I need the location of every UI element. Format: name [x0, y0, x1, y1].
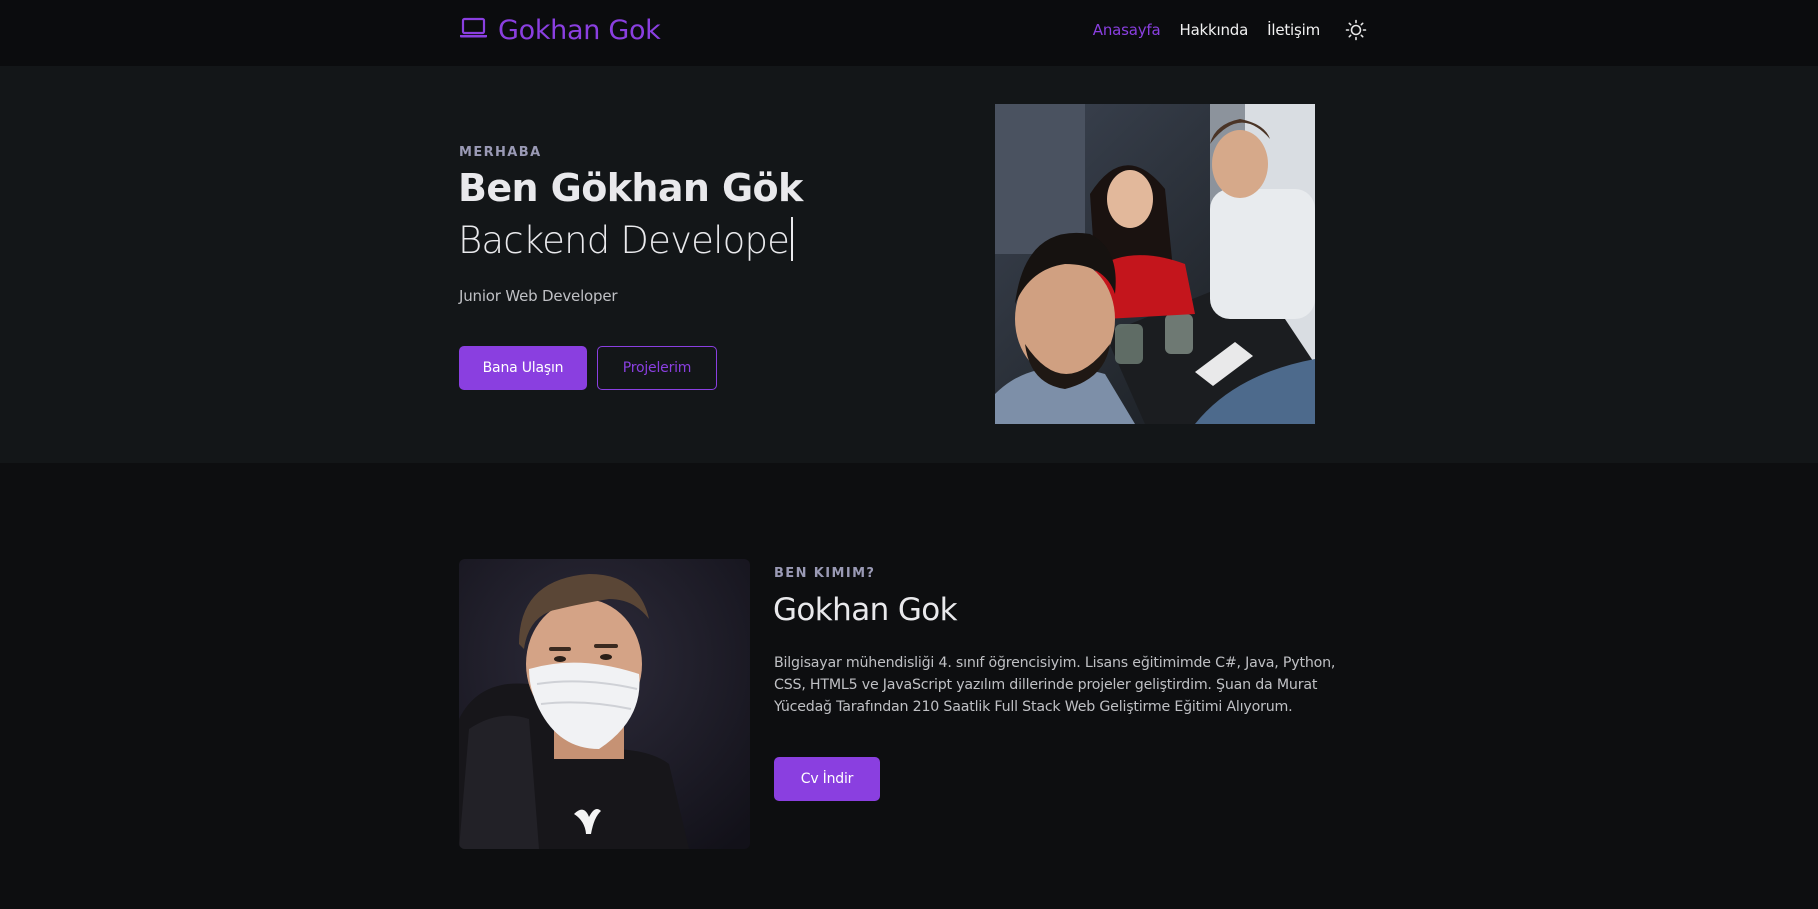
typing-caret [791, 217, 794, 261]
hero-photo [995, 104, 1315, 424]
nav-link-iletisim[interactable]: İletişim [1267, 21, 1320, 39]
about-eyebrow: BEN KIMIM? [774, 566, 876, 581]
sun-icon[interactable] [1344, 18, 1368, 42]
hero-subtitle: Junior Web Developer [459, 287, 618, 305]
projects-button[interactable]: Projelerim [597, 346, 717, 390]
navbar: Gokhan Gok Anasayfa Hakkında İletişim [0, 0, 1818, 66]
brand-name: Gokhan Gok [498, 14, 661, 46]
nav-links: Anasayfa Hakkında İletişim [1074, 18, 1368, 42]
download-cv-button[interactable]: Cv İndir [774, 757, 880, 801]
hero-section: MERHABA Ben Gökhan Gök Backend Develope … [0, 66, 1818, 463]
hero-eyebrow: MERHABA [459, 145, 542, 160]
about-text: Bilgisayar mühendisliği 4. sınıf öğrenci… [774, 655, 1336, 715]
hero-title: Ben Gökhan Gök [458, 166, 803, 210]
laptop-icon [459, 17, 488, 43]
about-photo [459, 559, 750, 849]
about-title: Gokhan Gok [773, 592, 958, 628]
brand-link[interactable]: Gokhan Gok [459, 12, 661, 48]
hero-role-text: Backend Develope [458, 219, 790, 262]
nav-link-hakkinda[interactable]: Hakkında [1179, 21, 1248, 39]
nav-link-anasayfa[interactable]: Anasayfa [1093, 21, 1161, 39]
hero-role-typing: Backend Develope [458, 217, 794, 262]
contact-button[interactable]: Bana Ulaşın [459, 346, 587, 390]
